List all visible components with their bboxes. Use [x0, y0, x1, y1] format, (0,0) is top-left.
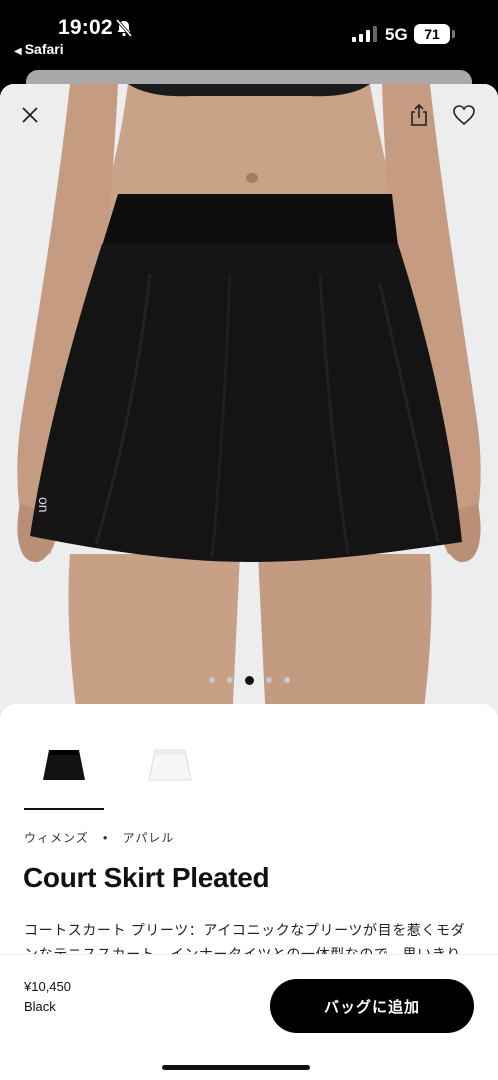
heart-icon	[453, 105, 475, 126]
variant-thumbnail	[43, 750, 85, 780]
breadcrumb-item[interactable]: アパレル	[123, 829, 175, 846]
home-indicator[interactable]	[162, 1065, 310, 1070]
variant-white[interactable]	[130, 734, 210, 800]
status-bar: 19:02 ◀ Safari 5G 71	[0, 0, 498, 70]
share-button[interactable]	[405, 101, 433, 129]
close-icon	[22, 107, 38, 123]
network-type: 5G	[385, 25, 408, 44]
cellular-signal-icon	[352, 26, 377, 42]
product-image-carousel[interactable]: on	[0, 84, 498, 724]
status-time: 19:02	[58, 16, 113, 39]
carousel-dot[interactable]	[226, 677, 233, 683]
share-icon	[411, 103, 427, 126]
color-variant-selector	[24, 734, 236, 810]
breadcrumb-separator: ●	[102, 833, 109, 842]
selected-color: Black	[24, 999, 56, 1014]
purchase-bar: ¥10,450 Black バッグに追加	[0, 954, 498, 1080]
carousel-dot[interactable]	[265, 677, 272, 683]
product-photo: on	[0, 84, 498, 724]
product-price: ¥10,450	[24, 979, 71, 994]
product-title: Court Skirt Pleated	[23, 862, 270, 893]
breadcrumb: ウィメンズ ● アパレル	[24, 829, 174, 846]
carousel-dot-active[interactable]	[244, 675, 254, 685]
back-app-label: Safari	[24, 41, 64, 57]
battery-indicator: 71	[414, 24, 455, 44]
variant-thumbnail	[148, 749, 192, 781]
add-to-bag-button[interactable]: バッグに追加	[270, 979, 474, 1033]
breadcrumb-item[interactable]: ウィメンズ	[24, 829, 89, 846]
variant-black[interactable]	[24, 734, 104, 810]
carousel-dot[interactable]	[283, 677, 290, 683]
bell-slash-icon	[115, 19, 133, 37]
close-button[interactable]	[16, 101, 44, 129]
product-sheet: on ウィメンズ ● アパレル Court Skirt Pleated コートス…	[0, 84, 498, 1080]
carousel-dot[interactable]	[208, 677, 215, 683]
favorite-button[interactable]	[450, 101, 478, 129]
back-to-app-link[interactable]: ◀ Safari	[14, 41, 64, 57]
brand-logo: on	[36, 497, 52, 513]
carousel-pagination	[0, 674, 498, 686]
